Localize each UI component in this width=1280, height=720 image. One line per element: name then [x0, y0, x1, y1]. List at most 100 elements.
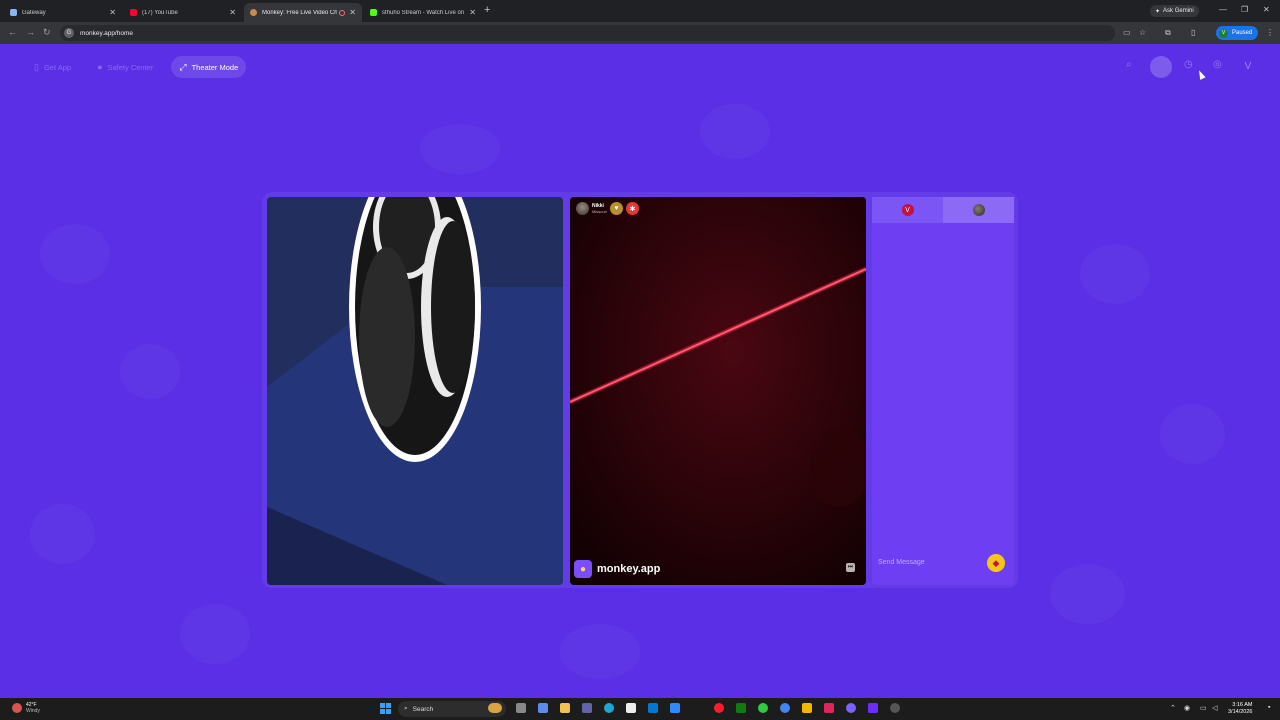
app-green-icon[interactable] — [758, 703, 768, 713]
extensions-icon[interactable]: ⧉ — [1165, 28, 1171, 38]
chat-self-tab[interactable]: V — [872, 197, 943, 223]
opera-icon[interactable] — [714, 703, 724, 713]
widget-art-icon — [488, 703, 502, 713]
tab-youtube[interactable]: (17) YouTube ✕ — [124, 3, 242, 22]
youtube-favicon-icon — [130, 9, 137, 16]
notification-icon[interactable]: ▪ — [1268, 704, 1270, 711]
chat-remote-tab[interactable] — [943, 197, 1014, 223]
search-icon[interactable]: ⌕ — [1126, 59, 1132, 70]
tab-title: (17) YouTube — [142, 9, 178, 16]
defender-icon[interactable] — [670, 703, 680, 713]
local-video-feed — [267, 197, 563, 585]
url-text: monkey.app/home — [80, 29, 133, 37]
cast-icon[interactable]: ▭ — [1123, 28, 1131, 37]
notes-icon[interactable] — [802, 703, 812, 713]
tab-title: Gateway — [22, 9, 46, 16]
ask-gemini-label: Ask Gemini — [1163, 8, 1194, 14]
taskbar-search-label: Search — [412, 705, 434, 713]
file-explorer-icon[interactable] — [560, 703, 570, 713]
tray-overflow-icon[interactable]: ⌃ — [1170, 704, 1176, 712]
windows-start-icon[interactable] — [380, 703, 391, 714]
edge-icon[interactable] — [604, 703, 614, 713]
side-panel-icon[interactable]: ▯ — [1191, 28, 1195, 37]
clock-time: 3:16 AM — [1232, 702, 1253, 708]
system-clock[interactable]: 3:16 AM 3/14/2026 — [1228, 702, 1252, 716]
heart-badge-icon[interactable]: ♥ — [609, 202, 623, 215]
remote-user-avatar — [576, 202, 589, 215]
chat-header: V — [872, 197, 1014, 223]
app-purple-icon[interactable] — [868, 703, 878, 713]
profile-initial-button[interactable]: V — [1240, 58, 1256, 74]
discord-icon[interactable] — [846, 703, 856, 713]
obs-logo-camera-image — [267, 197, 563, 585]
task-view-icon[interactable] — [516, 703, 526, 713]
get-app-button[interactable]: ▯ Get App — [26, 56, 79, 78]
remote-camera-image — [570, 197, 866, 585]
friends-icon[interactable]: ◎ — [1213, 59, 1222, 70]
display-icon[interactable]: ▭ — [1200, 704, 1207, 712]
top-navigation: ▯ Get App ● Safety Center ⤢ Theater Mode — [26, 56, 247, 78]
phone-icon: ▯ — [34, 61, 39, 72]
tab-kick-stream[interactable]: sthuho Stream - Watch Live on ✕ — [364, 3, 482, 22]
address-bar[interactable]: G monkey.app/home — [60, 25, 1115, 41]
outlook-icon[interactable] — [648, 703, 658, 713]
recording-indicator-icon — [339, 9, 346, 16]
back-arrow-icon[interactable]: ← — [8, 27, 17, 37]
report-icon[interactable]: ⏭ — [846, 563, 855, 572]
copilot-icon[interactable] — [538, 703, 548, 713]
minimize-icon[interactable]: — — [1219, 5, 1227, 14]
xbox-icon[interactable] — [736, 703, 746, 713]
ask-gemini-button[interactable]: ✦ Ask Gemini — [1150, 5, 1199, 17]
store-icon[interactable] — [626, 703, 636, 713]
site-info-icon[interactable]: G — [64, 28, 74, 38]
gift-badge-icon[interactable]: ✱ — [625, 202, 639, 215]
gift-icon[interactable]: ◆ — [987, 554, 1005, 572]
close-window-icon[interactable]: ✕ — [1263, 5, 1270, 14]
close-icon[interactable]: ✕ — [469, 8, 476, 17]
monkey-page: ▯ Get App ● Safety Center ⤢ Theater Mode… — [0, 44, 1280, 698]
brand-text: monkey.app — [597, 563, 661, 575]
safety-center-label: Safety Center — [107, 62, 154, 72]
monkey-watermark: ● monkey.app — [574, 560, 660, 578]
tab-monkey[interactable]: Monkey: Free Live Video Chat ✕ — [244, 3, 362, 22]
browser-tab-strip: Gateway ✕ (17) YouTube ✕ Monkey: Free Li… — [0, 0, 1280, 22]
search-icon: ⌕ — [404, 705, 408, 712]
close-icon[interactable]: ✕ — [229, 8, 236, 17]
send-message-input[interactable]: Send Message — [878, 559, 925, 566]
profile-button[interactable]: V Paused — [1216, 26, 1259, 40]
background-pattern — [40, 224, 110, 284]
history-clock-icon[interactable]: ◷ — [1184, 59, 1193, 70]
theater-mode-button[interactable]: ⤢ Theater Mode — [171, 56, 247, 78]
background-pattern — [30, 504, 95, 564]
bookmark-star-icon[interactable]: ☆ — [1139, 28, 1146, 37]
new-tab-button[interactable]: + — [484, 4, 490, 16]
user-avatar[interactable] — [1150, 56, 1172, 78]
gateway-favicon-icon — [10, 9, 17, 16]
chrome-icon[interactable] — [780, 703, 790, 713]
background-pattern — [1050, 564, 1125, 624]
teams-icon[interactable] — [582, 703, 592, 713]
obs-red-icon[interactable] — [824, 703, 834, 713]
profile-status: Paused — [1232, 30, 1253, 36]
video-chat-stage: Nikki Missouri ♥ ✱ ● monkey.app ⏭ V Send… — [262, 192, 1018, 588]
clock-date: 3/14/2026 — [1228, 709, 1253, 715]
gemini-sparkle-icon: ✦ — [1155, 8, 1161, 15]
theater-mode-label: Theater Mode — [191, 62, 239, 72]
reload-icon[interactable]: ↻ — [43, 27, 51, 38]
mic-icon[interactable]: ◉ — [1184, 704, 1190, 712]
tab-gateway[interactable]: Gateway ✕ — [4, 3, 122, 22]
background-pattern — [180, 604, 250, 664]
background-pattern — [1080, 244, 1150, 304]
maximize-icon[interactable]: ❐ — [1241, 5, 1248, 14]
close-icon[interactable]: ✕ — [349, 8, 356, 17]
app-gear-icon[interactable] — [890, 703, 900, 713]
volume-icon[interactable]: ◁ — [1212, 704, 1217, 712]
remote-avatar — [972, 204, 985, 216]
safety-center-button[interactable]: ● Safety Center — [89, 56, 161, 78]
chat-panel: V Send Message ◆ — [872, 197, 1014, 585]
close-icon[interactable]: ✕ — [109, 8, 116, 17]
forward-arrow-icon[interactable]: → — [26, 27, 35, 37]
get-app-label: Get App — [43, 62, 72, 72]
browser-menu-icon[interactable]: ⋮ — [1266, 28, 1274, 37]
weather-widget[interactable]: 42°F Windy — [12, 702, 40, 714]
